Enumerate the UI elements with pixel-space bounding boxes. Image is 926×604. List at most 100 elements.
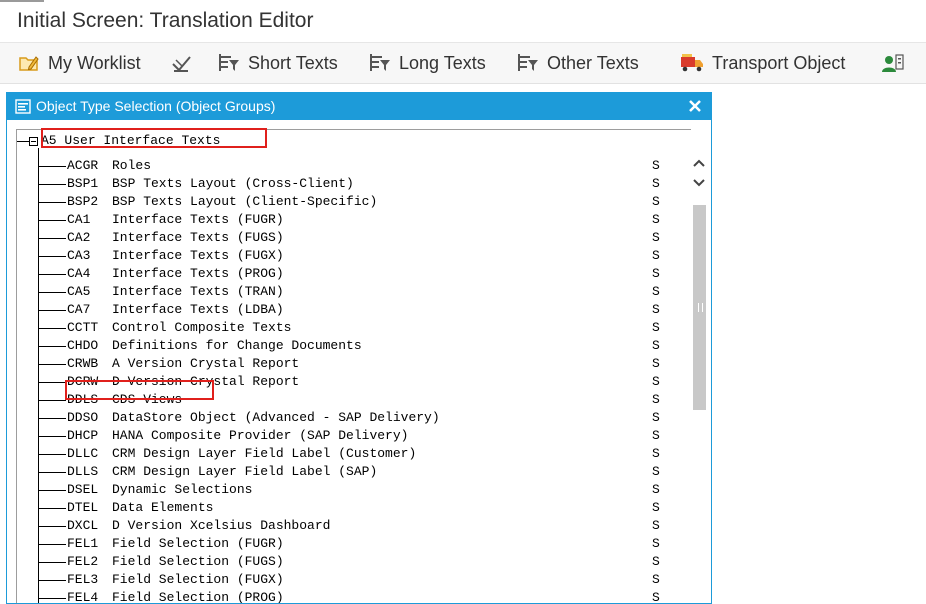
long-texts-label: Long Texts [399, 52, 486, 73]
tree-item-dcrw[interactable]: DCRW D Version Crystal Report S [38, 373, 678, 391]
tree-item-code: CCTT [67, 320, 99, 335]
tree-connector [38, 544, 66, 545]
tree-root-spacer [57, 133, 65, 149]
tree-item-code: CRWB [67, 356, 99, 371]
collapse-toggle[interactable] [29, 136, 38, 146]
tree-connector [38, 562, 66, 563]
tree-item-status: S [652, 536, 660, 551]
tree-item-status: S [652, 158, 660, 173]
scroll-thumb[interactable] [693, 205, 706, 410]
tree-connector [38, 508, 66, 509]
tree-item-ca2[interactable]: CA2 Interface Texts (FUGS) S [38, 229, 678, 247]
tree-item-status: S [652, 212, 660, 227]
tree-connector [38, 526, 66, 527]
tree-item-code: CA2 [67, 230, 91, 245]
tree-item-label: D Version Crystal Report [112, 374, 300, 389]
tree-item-ca7[interactable]: CA7 Interface Texts (LDBA) S [38, 301, 678, 319]
tree-connector [38, 580, 66, 581]
tree-item-status: S [652, 284, 660, 299]
tree-root-code: A5 [41, 133, 57, 148]
tree-item-fel3[interactable]: FEL3 Field Selection (FUGX) S [38, 571, 678, 589]
tree-item-ca4[interactable]: CA4 Interface Texts (PROG) S [38, 265, 678, 283]
user-settings-button[interactable] [881, 43, 905, 83]
tree-item-code: DSEL [67, 482, 99, 497]
tree-item-label: DataStore Object (Advanced - SAP Deliver… [112, 410, 440, 425]
tree-item-status: S [652, 176, 660, 191]
application-toolbar: My Worklist Short Texts Long Texts Other… [0, 43, 926, 84]
tree-item-status: S [652, 410, 660, 425]
tree-item-dsel[interactable]: DSEL Dynamic Selections S [38, 481, 678, 499]
tree-connector [38, 472, 66, 473]
tree-item-fel4[interactable]: FEL4 Field Selection (PROG) S [38, 589, 678, 603]
stamp-check-button[interactable] [170, 43, 192, 83]
tree-item-cctt[interactable]: CCTT Control Composite Texts S [38, 319, 678, 337]
tree-item-dtel[interactable]: DTEL Data Elements S [38, 499, 678, 517]
vertical-scrollbar[interactable] [691, 150, 707, 603]
tree-item-status: S [652, 590, 660, 603]
title-bar: Initial Screen: Translation Editor [0, 0, 926, 43]
tree-item-dllc[interactable]: DLLC CRM Design Layer Field Label (Custom… [38, 445, 678, 463]
tree-item-label: BSP Texts Layout (Client-Specific) [112, 194, 378, 209]
truck-icon [681, 54, 703, 72]
scroll-up-icon[interactable] [691, 156, 707, 170]
filter-list-icon [370, 54, 390, 71]
tree-item-code: CA4 [67, 266, 91, 281]
stamp-check-icon [172, 56, 191, 72]
tree-item-ca3[interactable]: CA3 Interface Texts (FUGX) S [38, 247, 678, 265]
tree-connector [38, 382, 66, 383]
close-icon[interactable] [687, 98, 703, 114]
tree-item-fel1[interactable]: FEL1 Field Selection (FUGR) S [38, 535, 678, 553]
tree-item-code: DCRW [67, 374, 99, 389]
tree-item-code: FEL3 [67, 572, 99, 587]
tree-item-acgr[interactable]: ACGR Roles S [38, 157, 678, 175]
tree-item-bsp1[interactable]: BSP1 BSP Texts Layout (Cross-Client) S [38, 175, 678, 193]
dialog-header: Object Type Selection (Object Groups) [7, 93, 711, 120]
tree-item-dxcl[interactable]: DXCL D Version Xcelsius Dashboard S [38, 517, 678, 535]
tree-connector [38, 292, 66, 293]
scroll-down-icon[interactable] [691, 176, 707, 190]
long-texts-button[interactable]: Long Texts [369, 43, 486, 83]
tree-item-status: S [652, 572, 660, 587]
tree-connector [38, 184, 66, 185]
other-texts-button[interactable]: Other Texts [517, 43, 639, 83]
tree-item-status: S [652, 464, 660, 479]
tree-item-status: S [652, 338, 660, 353]
tree-item-label: BSP Texts Layout (Cross-Client) [112, 176, 354, 191]
tree-item-status: S [652, 392, 660, 407]
tree-frame: A5 User Interface Texts ACGR Roles S BSP1 BS… [16, 128, 691, 603]
tree-item-ca5[interactable]: CA5 Interface Texts (TRAN) S [38, 283, 678, 301]
filter-list-icon [518, 54, 538, 71]
tree-item-label: Field Selection (PROG) [112, 590, 284, 603]
tree-item-ca1[interactable]: CA1 Interface Texts (FUGR) S [38, 211, 678, 229]
short-texts-button[interactable]: Short Texts [218, 43, 338, 83]
tree-connector-root [17, 141, 29, 142]
tree-connector [38, 598, 66, 599]
tree-item-code: DDLS [67, 392, 99, 407]
tree-item-dhcp[interactable]: DHCP HANA Composite Provider (SAP Deliver… [38, 427, 678, 445]
tree-item-label: Dynamic Selections [112, 482, 253, 497]
tree-item-status: S [652, 428, 660, 443]
tree-item-bsp2[interactable]: BSP2 BSP Texts Layout (Client-Specific) S [38, 193, 678, 211]
transport-object-button[interactable]: Transport Object [680, 43, 845, 83]
tree-item-code: CA7 [67, 302, 91, 317]
tree-item-crwb[interactable]: CRWB A Version Crystal Report S [38, 355, 678, 373]
tree-root-label: User Interface Texts [64, 133, 221, 148]
tree-item-dlls[interactable]: DLLS CRM Design Layer Field Label (SAP) S [38, 463, 678, 481]
tree-item-fel2[interactable]: FEL2 Field Selection (FUGS) S [38, 553, 678, 571]
tree-item-status: S [652, 446, 660, 461]
my-worklist-button[interactable]: My Worklist [18, 43, 141, 83]
tree-root-node[interactable]: A5 User Interface Texts [29, 133, 220, 149]
tree-item-label: Interface Texts (FUGX) [112, 248, 284, 263]
tree-item-label: Interface Texts (TRAN) [112, 284, 284, 299]
folder-pencil-icon [19, 56, 39, 71]
tree-item-status: S [652, 302, 660, 317]
tree-item-label: Interface Texts (LDBA) [112, 302, 284, 317]
tree-item-ddso[interactable]: DDSO DataStore Object (Advanced - SAP Del… [38, 409, 678, 427]
tree-item-chdo[interactable]: CHDO Definitions for Change Documents S [38, 337, 678, 355]
tree-item-status: S [652, 194, 660, 209]
tree-item-label: Field Selection (FUGX) [112, 572, 284, 587]
tree-item-label: CRM Design Layer Field Label (SAP) [112, 464, 378, 479]
tree-item-status: S [652, 266, 660, 281]
scroll-thumb-grip [698, 303, 703, 312]
tree-item-ddls[interactable]: DDLS CDS Views S [38, 391, 678, 409]
